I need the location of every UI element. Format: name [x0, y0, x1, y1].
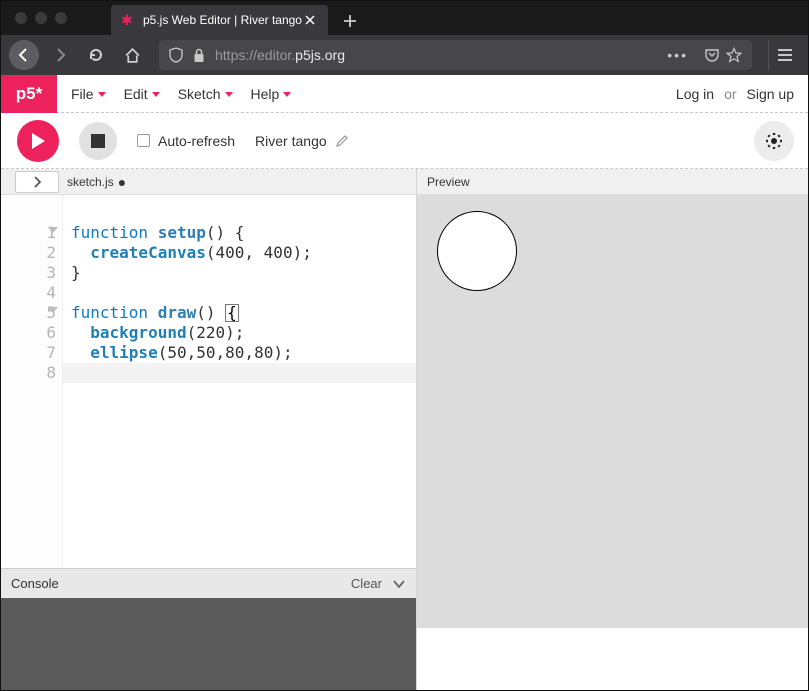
line-number: 6 — [1, 323, 56, 343]
filename[interactable]: sketch.js ● — [67, 175, 126, 189]
menu-edit[interactable]: Edit — [124, 86, 160, 102]
line-number: 3 — [1, 263, 56, 283]
gutter: 12345678 — [1, 195, 63, 568]
filename-text: sketch.js — [67, 175, 114, 189]
code-line: ellipse(50,50,80,80); — [71, 343, 312, 363]
app-menu: File Edit Sketch Help — [57, 86, 676, 102]
app-topbar: p5* File Edit Sketch Help Log in or Sign up — [1, 75, 808, 113]
console-collapse-icon[interactable] — [392, 579, 406, 589]
tab-close-button[interactable] — [302, 12, 318, 28]
menu-help[interactable]: Help — [251, 86, 292, 102]
code-line: } — [71, 263, 312, 283]
pocket-icon[interactable] — [704, 48, 720, 62]
code-line: createCanvas(400, 400); — [71, 243, 312, 263]
app-toolbar: Auto-refresh River tango — [1, 113, 808, 169]
console-header: Console Clear — [1, 568, 416, 598]
lock-icon[interactable] — [193, 48, 205, 63]
titlebar: ✱ p5.js Web Editor | River tango — [1, 1, 808, 35]
url-text: https://editor.p5js.org — [215, 47, 667, 63]
signup-link[interactable]: Sign up — [747, 86, 794, 102]
pencil-icon — [335, 134, 349, 148]
code-line: function setup() { — [71, 223, 312, 243]
preview-header: Preview — [417, 169, 808, 195]
menu-sketch[interactable]: Sketch — [178, 86, 233, 102]
auth-links: Log in or Sign up — [676, 86, 808, 102]
line-number: 7 — [1, 343, 56, 363]
menu-label: Help — [251, 86, 280, 102]
address-bar: https://editor.p5js.org ••• — [1, 35, 808, 75]
p5-logo[interactable]: p5* — [1, 75, 57, 113]
file-bar: sketch.js ● — [1, 169, 416, 195]
app: p5* File Edit Sketch Help Log in or Sign up… — [1, 75, 808, 690]
preview-bottom-band — [417, 628, 808, 690]
stop-icon — [91, 134, 105, 148]
editor-column: sketch.js ● 12345678 function setup() { c… — [1, 169, 417, 690]
code-line — [71, 283, 312, 303]
auto-refresh-label: Auto-refresh — [158, 133, 235, 149]
play-button[interactable] — [17, 120, 59, 162]
bookmark-star-icon[interactable] — [726, 47, 742, 63]
unsaved-indicator-icon: ● — [118, 178, 126, 186]
console-body[interactable] — [1, 598, 416, 690]
preview-ellipse — [437, 211, 517, 291]
preview-canvas — [427, 201, 797, 581]
caret-down-icon — [225, 92, 233, 97]
checkbox-icon — [137, 134, 150, 147]
code-line: function draw() { — [71, 303, 312, 323]
fold-icon[interactable] — [48, 227, 58, 233]
caret-down-icon — [152, 92, 160, 97]
settings-button[interactable] — [754, 121, 794, 161]
browser-window: ✱ p5.js Web Editor | River tango — [0, 0, 809, 691]
menu-file[interactable]: File — [71, 86, 106, 102]
menu-label: Edit — [124, 86, 148, 102]
browser-tab[interactable]: ✱ p5.js Web Editor | River tango — [111, 5, 328, 35]
home-button[interactable] — [117, 40, 147, 70]
caret-down-icon — [283, 92, 291, 97]
sketch-name-text: River tango — [255, 133, 327, 149]
line-number: 1 — [1, 223, 56, 243]
line-number: 2 — [1, 243, 56, 263]
preview-column: Preview — [417, 169, 808, 690]
tab-favicon: ✱ — [121, 13, 135, 27]
sketch-name[interactable]: River tango — [255, 133, 349, 149]
back-button[interactable] — [9, 40, 39, 70]
line-number: 5 — [1, 303, 56, 323]
page-actions-button[interactable]: ••• — [667, 47, 688, 63]
console-clear-button[interactable]: Clear — [351, 576, 382, 591]
line-number: 8 — [1, 363, 56, 383]
auto-refresh-toggle[interactable]: Auto-refresh — [137, 133, 235, 149]
tabstrip: ✱ p5.js Web Editor | River tango — [111, 1, 808, 35]
code-editor[interactable]: 12345678 function setup() { createCanvas… — [1, 195, 416, 568]
url-box[interactable]: https://editor.p5js.org ••• — [159, 40, 752, 70]
new-tab-button[interactable] — [336, 7, 364, 35]
tab-title: p5.js Web Editor | River tango — [143, 13, 302, 27]
menu-label: File — [71, 86, 94, 102]
hamburger-menu-button[interactable] — [768, 40, 800, 70]
console-title: Console — [11, 576, 59, 591]
forward-button[interactable] — [45, 40, 75, 70]
minimize-window-button[interactable] — [35, 12, 47, 24]
window-controls — [1, 12, 111, 24]
fold-icon[interactable] — [48, 307, 58, 313]
preview-title: Preview — [427, 175, 470, 189]
caret-down-icon — [98, 92, 106, 97]
login-link[interactable]: Log in — [676, 86, 714, 102]
preview-canvas-wrap — [417, 195, 808, 690]
workspace: sketch.js ● 12345678 function setup() { c… — [1, 169, 808, 690]
stop-button[interactable] — [79, 122, 117, 160]
shield-icon[interactable] — [169, 47, 183, 63]
close-window-button[interactable] — [15, 12, 27, 24]
code-line: background(220); — [71, 323, 312, 343]
menu-label: Sketch — [178, 86, 221, 102]
expand-files-button[interactable] — [15, 171, 59, 193]
line-number: 4 — [1, 283, 56, 303]
reload-button[interactable] — [81, 40, 111, 70]
maximize-window-button[interactable] — [55, 12, 67, 24]
auth-or: or — [724, 86, 736, 102]
